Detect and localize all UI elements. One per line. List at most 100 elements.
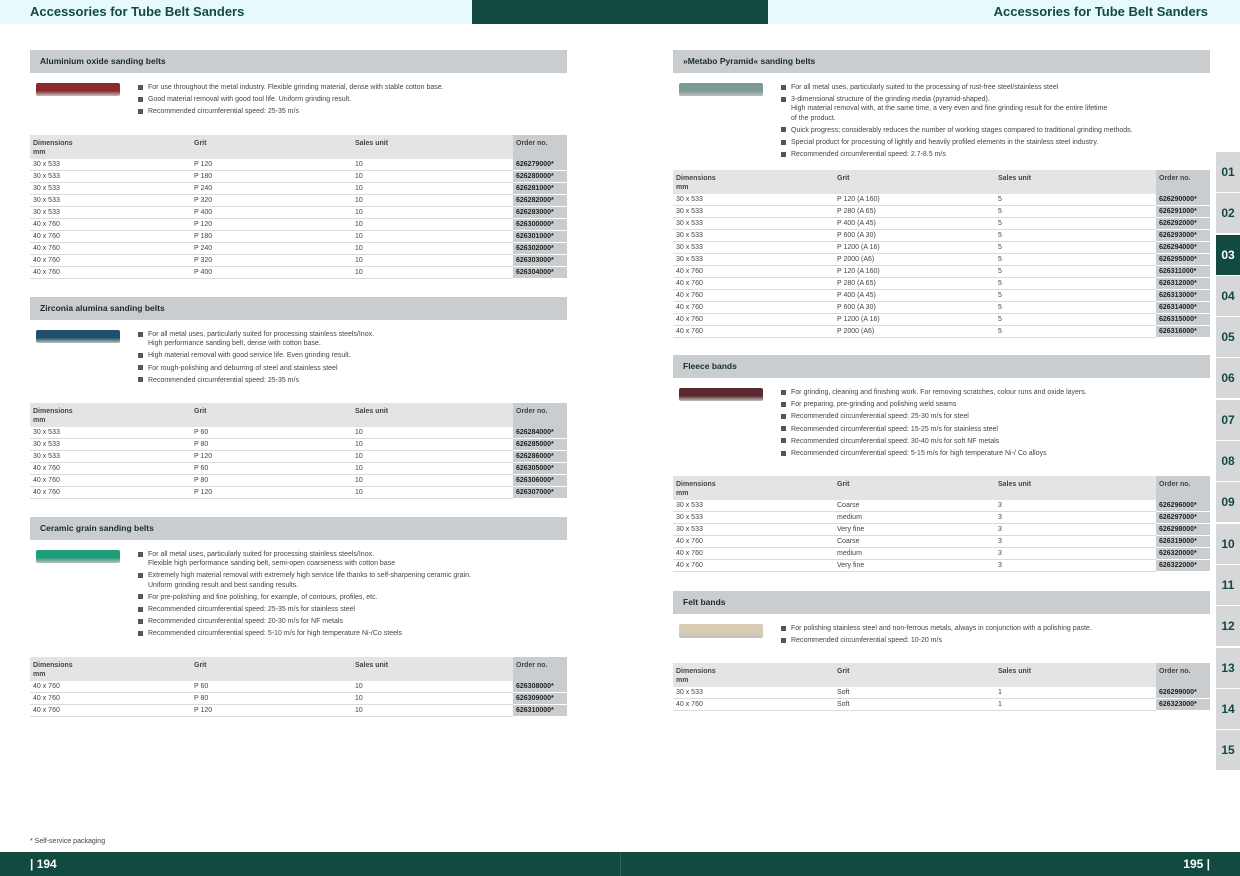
chapter-tab-14[interactable]: 14 bbox=[1216, 688, 1240, 729]
cell-order-no: 626316000* bbox=[1156, 325, 1210, 338]
chapter-tab-01[interactable]: 01 bbox=[1216, 152, 1240, 192]
cell-sales-unit: 10 bbox=[352, 206, 513, 219]
cell-dimensions: 40 x 760 bbox=[30, 230, 191, 243]
page-title-left: Accessories for Tube Belt Sanders bbox=[30, 4, 245, 19]
cell-dimensions: 30 x 533 bbox=[673, 253, 834, 266]
chapter-tab-06[interactable]: 06 bbox=[1216, 358, 1240, 399]
chapter-tab-07[interactable]: 07 bbox=[1216, 399, 1240, 440]
cell-sales-unit: 3 bbox=[995, 535, 1156, 548]
cell-grit: P 240 bbox=[191, 242, 352, 255]
cell-grit: P 400 (A 45) bbox=[834, 289, 995, 302]
chapter-tab-04[interactable]: 04 bbox=[1216, 275, 1240, 316]
col-sales-unit-header: Sales unit bbox=[995, 476, 1156, 500]
cell-grit: Soft bbox=[834, 687, 995, 699]
chapter-tab-05[interactable]: 05 bbox=[1216, 317, 1240, 358]
cell-dimensions: 30 x 533 bbox=[673, 217, 834, 230]
footer-divider bbox=[620, 852, 621, 876]
table-row: 30 x 533 P 2000 (A6) 5 626295000* bbox=[673, 253, 1210, 266]
col-order-no-header: Order no. bbox=[513, 135, 567, 159]
cell-grit: P 1200 (A 16) bbox=[834, 313, 995, 326]
cell-order-no: 626299000* bbox=[1156, 687, 1210, 699]
table-row: 30 x 533 P 280 (A 65) 5 626291000* bbox=[673, 205, 1210, 218]
feature-item: Special product for processing of lightl… bbox=[781, 138, 1206, 147]
col-dimensions-header: Dimensions mm bbox=[30, 135, 191, 159]
chapter-tab-13[interactable]: 13 bbox=[1216, 647, 1240, 688]
cell-dimensions: 40 x 760 bbox=[673, 277, 834, 290]
felt-band-image bbox=[679, 624, 763, 638]
table-row: 40 x 760 P 80 10 626306000* bbox=[30, 474, 567, 487]
footnote: * Self-service packaging bbox=[30, 838, 106, 845]
col-sales-unit-header: Sales unit bbox=[995, 663, 1156, 687]
cell-grit: P 2000 (A6) bbox=[834, 253, 995, 266]
table-row: 30 x 533 P 60 10 626284000* bbox=[30, 427, 567, 439]
section-title: Aluminium oxide sanding belts bbox=[30, 50, 567, 73]
cell-dimensions: 30 x 533 bbox=[673, 241, 834, 254]
feature-item: Recommended circumferential speed: 20-30… bbox=[138, 617, 563, 626]
feature-item: For polishing stainless steel and non-fe… bbox=[781, 624, 1206, 633]
cell-dimensions: 40 x 760 bbox=[30, 266, 191, 279]
cell-dimensions: 30 x 533 bbox=[30, 159, 191, 171]
table-row: 40 x 760 Coarse 3 626319000* bbox=[673, 535, 1210, 548]
cell-grit: P 2000 (A6) bbox=[834, 325, 995, 338]
table-row: 30 x 533 P 240 10 626281000* bbox=[30, 182, 567, 195]
col-sales-unit-header: Sales unit bbox=[352, 657, 513, 681]
cell-dimensions: 40 x 760 bbox=[673, 535, 834, 548]
cell-order-no: 626303000* bbox=[513, 254, 567, 267]
cell-grit: P 280 (A 65) bbox=[834, 277, 995, 290]
right-page-column: »Metabo Pyramid« sanding belts For all m… bbox=[673, 50, 1210, 711]
cell-order-no: 626315000* bbox=[1156, 313, 1210, 326]
spec-table: Dimensions mm Grit Sales unit Order no. 40 x… bbox=[30, 657, 567, 717]
cell-sales-unit: 10 bbox=[352, 486, 513, 499]
cell-grit: P 1200 (A 16) bbox=[834, 241, 995, 254]
cell-order-no: 626286000* bbox=[513, 450, 567, 463]
col-grit-header: Grit bbox=[191, 135, 352, 159]
cell-order-no: 626307000* bbox=[513, 486, 567, 499]
spec-table: Dimensions mm Grit Sales unit Order no. 30 x… bbox=[673, 663, 1210, 711]
chapter-tab-08[interactable]: 08 bbox=[1216, 441, 1240, 482]
section-metabo-pyramid: »Metabo Pyramid« sanding belts For all m… bbox=[673, 50, 1210, 338]
chapter-tab-02[interactable]: 02 bbox=[1216, 193, 1240, 234]
chapter-tab-12[interactable]: 12 bbox=[1216, 606, 1240, 647]
feature-item: Recommended circumferential speed: 25-30… bbox=[781, 412, 1206, 421]
left-page-column: Aluminium oxide sanding belts For use th… bbox=[30, 50, 567, 717]
cell-order-no: 626298000* bbox=[1156, 523, 1210, 536]
table-row: 30 x 533 P 120 (A 160) 5 626290000* bbox=[673, 194, 1210, 206]
chapter-tab-15[interactable]: 15 bbox=[1216, 730, 1240, 771]
table-row: 30 x 533 Soft 1 626299000* bbox=[673, 687, 1210, 699]
cell-order-no: 626283000* bbox=[513, 206, 567, 219]
cell-sales-unit: 5 bbox=[995, 301, 1156, 314]
cell-grit: P 120 (A 160) bbox=[834, 265, 995, 278]
section-aluminium-oxide: Aluminium oxide sanding belts For use th… bbox=[30, 50, 567, 279]
col-sales-unit-header: Sales unit bbox=[352, 403, 513, 427]
cell-order-no: 626314000* bbox=[1156, 301, 1210, 314]
chapter-tab-03[interactable]: 03 bbox=[1216, 234, 1240, 275]
cell-sales-unit: 3 bbox=[995, 523, 1156, 536]
cell-sales-unit: 10 bbox=[352, 242, 513, 255]
feature-item: For grinding, cleaning and finishing wor… bbox=[781, 388, 1206, 397]
cell-grit: P 120 bbox=[191, 450, 352, 463]
cell-order-no: 626322000* bbox=[1156, 559, 1210, 572]
spec-table: Dimensions mm Grit Sales unit Order no. 30 x… bbox=[673, 476, 1210, 572]
feature-item: For use throughout the metal industry. F… bbox=[138, 83, 563, 92]
cell-order-no: 626302000* bbox=[513, 242, 567, 255]
cell-sales-unit: 5 bbox=[995, 325, 1156, 338]
cell-order-no: 626296000* bbox=[1156, 500, 1210, 512]
cell-grit: Very fine bbox=[834, 559, 995, 572]
cell-grit: P 400 bbox=[191, 266, 352, 279]
chapter-tab-10[interactable]: 10 bbox=[1216, 523, 1240, 564]
table-row: 30 x 533 P 80 10 626285000* bbox=[30, 438, 567, 451]
cell-dimensions: 40 x 760 bbox=[30, 218, 191, 231]
table-row: 40 x 760 P 180 10 626301000* bbox=[30, 230, 567, 243]
chapter-tab-11[interactable]: 11 bbox=[1216, 564, 1240, 605]
col-order-no-header: Order no. bbox=[513, 657, 567, 681]
cell-sales-unit: 10 bbox=[352, 427, 513, 439]
cell-order-no: 626295000* bbox=[1156, 253, 1210, 266]
cell-grit: P 120 bbox=[191, 704, 352, 717]
table-row: 40 x 760 Very fine 3 626322000* bbox=[673, 559, 1210, 572]
cell-grit: Very fine bbox=[834, 523, 995, 536]
chapter-tab-09[interactable]: 09 bbox=[1216, 482, 1240, 523]
feature-item: Recommended circumferential speed: 25-35… bbox=[138, 376, 563, 385]
cell-order-no: 626320000* bbox=[1156, 547, 1210, 560]
fleece-band-image bbox=[679, 388, 763, 401]
cell-order-no: 626308000* bbox=[513, 681, 567, 693]
